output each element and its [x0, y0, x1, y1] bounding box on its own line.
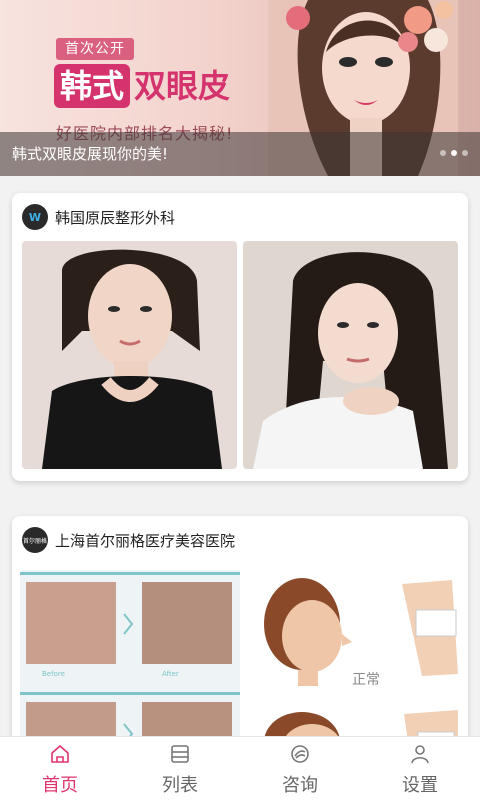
- case-photo-after[interactable]: [243, 241, 458, 469]
- tab-consult-label: 咨询: [282, 775, 318, 796]
- hospital-card[interactable]: W 韩国原辰整形外科: [12, 193, 468, 481]
- before-label: Before: [42, 670, 65, 678]
- home-icon: [51, 744, 69, 763]
- promo-banner[interactable]: 首次公开 韩式 双眼皮 好医院内部排名大揭秘! 韩式双眼皮展现你的美!: [0, 0, 480, 176]
- hospital-name: 上海首尔丽格医疗美容医院: [55, 531, 236, 550]
- banner-title-rest: 双眼皮: [134, 67, 231, 105]
- tab-list-label: 列表: [162, 775, 198, 796]
- case-photo-before[interactable]: [22, 241, 237, 469]
- list-icon: [171, 745, 189, 763]
- case-photos: [12, 241, 468, 469]
- card-header: W 韩国原辰整形外科: [12, 193, 468, 241]
- banner-caption: 韩式双眼皮展现你的美!: [12, 145, 169, 163]
- tab-list[interactable]: 列表: [120, 737, 240, 800]
- page-dot: [462, 150, 468, 156]
- case-comparison-image[interactable]: Before After 正常: [12, 564, 468, 756]
- hospital-name: 韩国原辰整形外科: [55, 208, 176, 227]
- tab-home-label: 首页: [42, 775, 78, 796]
- banner-title: 韩式 双眼皮: [54, 64, 230, 108]
- hospital-card[interactable]: 首尔丽格 上海首尔丽格医疗美容医院 Before After 正常: [12, 516, 468, 756]
- banner-page-indicator: [440, 150, 468, 156]
- banner-caption-bar: 韩式双眼皮展现你的美!: [0, 132, 480, 176]
- page-dot-active: [451, 150, 457, 156]
- hospital-logo: W: [22, 204, 48, 230]
- tab-consult[interactable]: 咨询: [240, 737, 360, 800]
- tab-home[interactable]: 首页: [0, 737, 120, 800]
- case-comparison-figure: Before After 正常: [12, 564, 468, 756]
- hospital-logo: 首尔丽格: [22, 527, 48, 553]
- tab-settings-label: 设置: [402, 775, 438, 796]
- tab-settings[interactable]: 设置: [360, 737, 480, 800]
- profile-icon: [411, 745, 429, 764]
- case-photo-1-image: [22, 241, 237, 469]
- page-dot: [440, 150, 446, 156]
- normal-label: 正常: [352, 672, 380, 688]
- hospital-logo-text: W: [28, 210, 42, 224]
- hospital-logo-text: 首尔丽格: [22, 537, 47, 545]
- banner-title-highlight: 韩式: [54, 64, 131, 108]
- consult-icon: [291, 745, 309, 763]
- card-header: 首尔丽格 上海首尔丽格医疗美容医院: [12, 516, 468, 564]
- case-photo-2-image: [243, 241, 458, 469]
- banner-tag: 首次公开: [56, 38, 134, 60]
- bottom-tab-bar: 首页 列表 咨询 设置: [0, 736, 480, 800]
- after-label: After: [162, 670, 179, 678]
